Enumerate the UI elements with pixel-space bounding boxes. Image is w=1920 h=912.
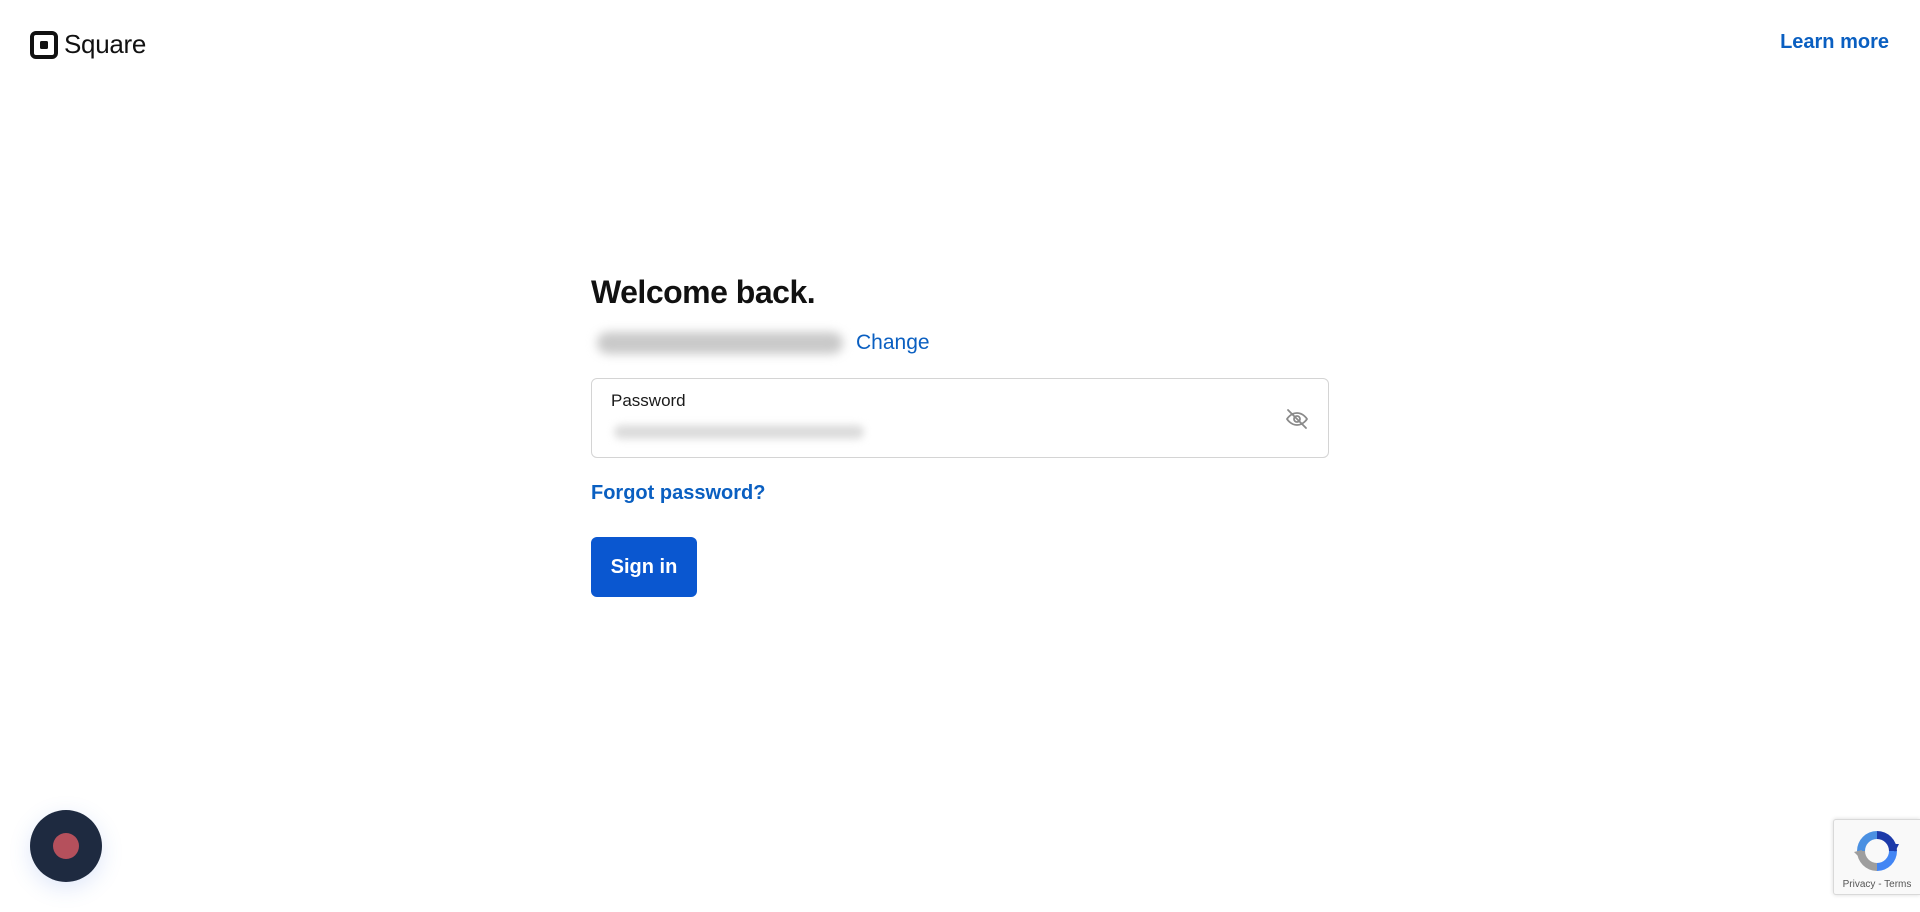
chat-widget-button[interactable] [30, 810, 102, 882]
square-logo-link[interactable]: Square [30, 29, 146, 60]
password-label: Password [611, 391, 686, 410]
sign-in-button[interactable]: Sign in [591, 537, 697, 597]
chat-bubble-icon [53, 833, 79, 859]
square-logo-icon [30, 30, 58, 59]
recaptcha-badge[interactable]: Privacy - Terms [1833, 819, 1920, 895]
sign-in-form: Welcome back. Change Password Forgot pas… [591, 270, 1329, 597]
eye-slash-icon [1286, 409, 1308, 429]
password-input[interactable] [611, 419, 1251, 447]
recaptcha-links: Privacy - Terms [1834, 879, 1920, 890]
recaptcha-separator: - [1875, 879, 1885, 890]
forgot-password-link[interactable]: Forgot password? [591, 482, 765, 505]
brand-name: Square [64, 29, 147, 59]
sign-in-page: Square Learn more Welcome back. Change P… [0, 0, 1920, 912]
recaptcha-privacy-link[interactable]: Privacy [1843, 879, 1876, 890]
page-title: Welcome back. [591, 274, 816, 310]
toggle-password-visibility-button[interactable] [1282, 404, 1312, 434]
recaptcha-terms-link[interactable]: Terms [1884, 879, 1911, 890]
change-account-link[interactable]: Change [856, 331, 930, 355]
account-row: Change [591, 328, 1329, 358]
learn-more-link[interactable]: Learn more [1780, 31, 1889, 54]
recaptcha-icon [1854, 831, 1899, 871]
password-field[interactable]: Password [591, 378, 1329, 458]
redacted-email [597, 332, 843, 354]
